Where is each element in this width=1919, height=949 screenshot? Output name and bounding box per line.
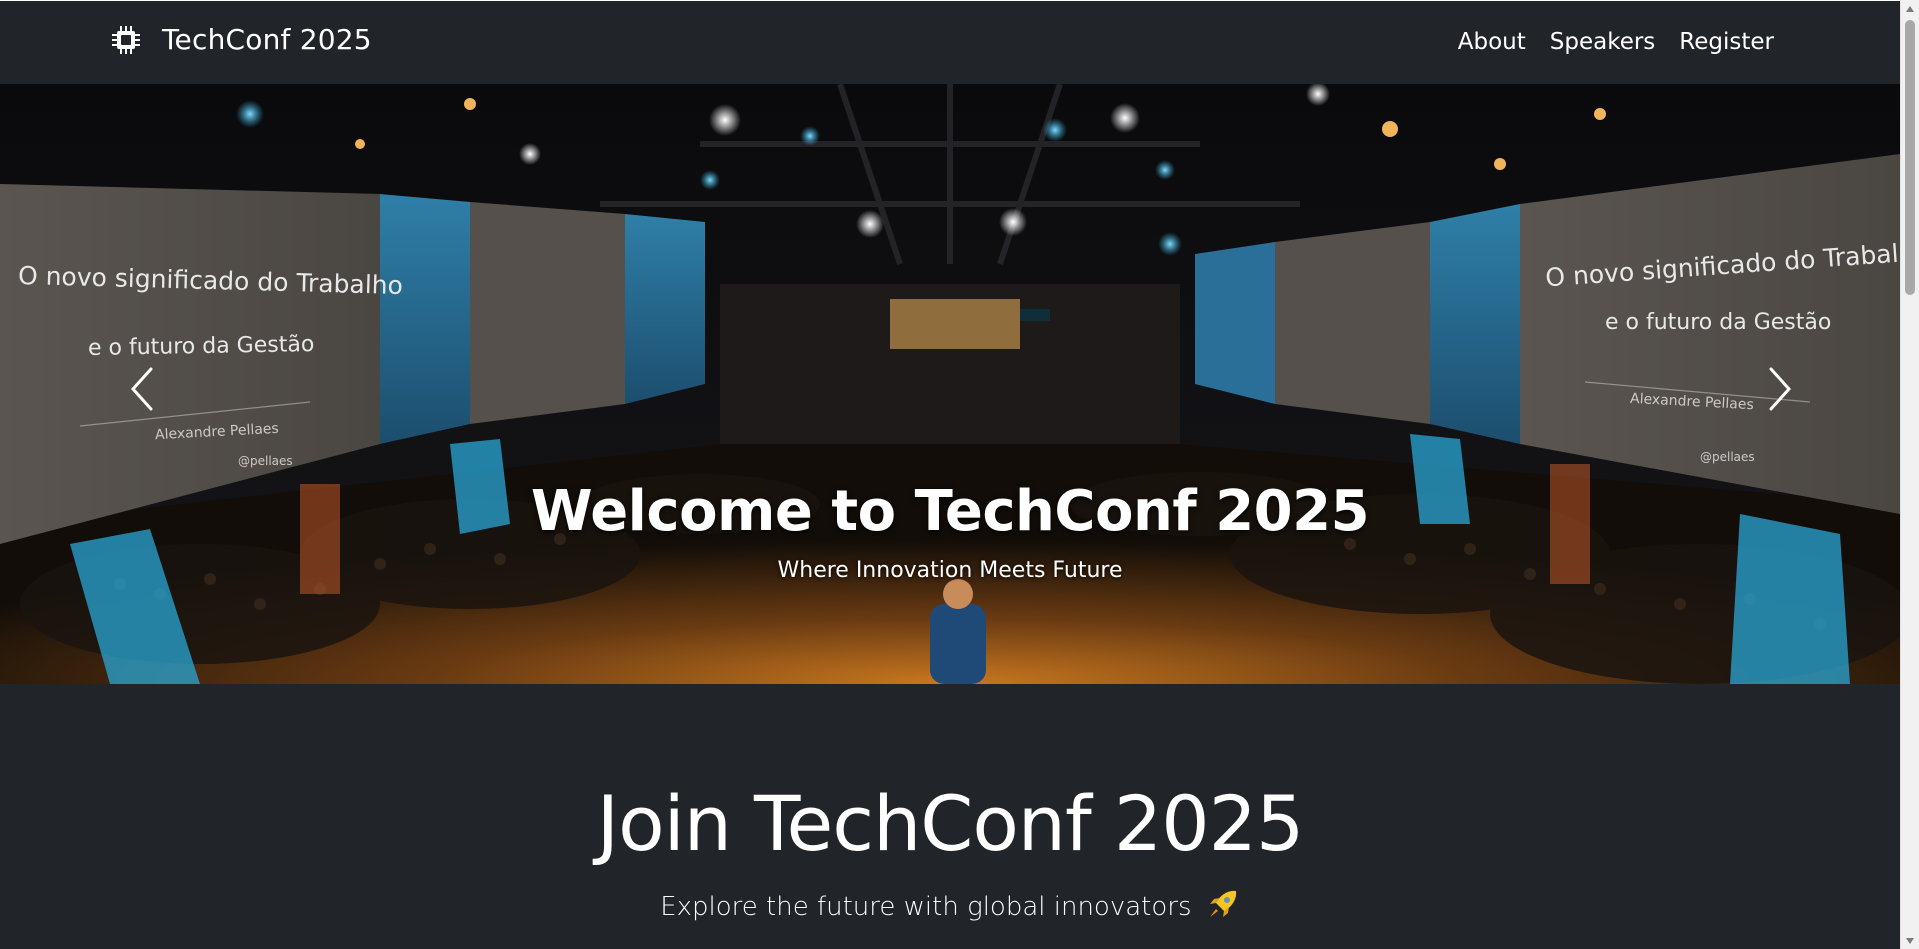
join-subtitle-line: Explore the future with global innovator…: [0, 887, 1900, 922]
hero-background-image: [0, 84, 1900, 684]
chevron-right-icon: [1769, 367, 1792, 411]
hero-title: Welcome to TechConf 2025: [530, 479, 1370, 544]
carousel-next-button[interactable]: [1750, 359, 1810, 419]
scroll-up-arrow-icon[interactable]: [1901, 0, 1919, 17]
nav-link-speakers[interactable]: Speakers: [1550, 29, 1656, 55]
vertical-scrollbar[interactable]: [1900, 0, 1919, 949]
screen-right-line2: e o futuro da Gestão: [1605, 310, 1832, 335]
cpu-chip-icon: [112, 25, 140, 54]
nav-link-register[interactable]: Register: [1679, 29, 1774, 55]
scrollbar-thumb[interactable]: [1905, 20, 1915, 295]
screen-right-handle: @pellaes: [1700, 450, 1755, 464]
navbar: TechConf 2025 About Speakers Register: [0, 0, 1900, 84]
rocket-icon: [1209, 890, 1236, 917]
brand-link[interactable]: TechConf 2025: [110, 23, 372, 56]
page: TechConf 2025 About Speakers Register O …: [0, 0, 1900, 949]
hero-carousel: O novo significado do Trabalho e o futur…: [0, 84, 1900, 684]
chevron-left-icon: [130, 367, 153, 411]
screen-left-handle: @pellaes: [238, 454, 293, 468]
scroll-down-arrow-icon[interactable]: [1901, 932, 1919, 949]
nav-link-about[interactable]: About: [1458, 29, 1526, 55]
hero-subtitle: Where Innovation Meets Future: [777, 558, 1123, 583]
join-title: Join TechConf 2025: [596, 779, 1305, 868]
carousel-caption: Welcome to TechConf 2025 Where Innovatio…: [0, 479, 1900, 583]
join-section: Join TechConf 2025 Explore the future wi…: [0, 684, 1900, 949]
join-subtitle: Explore the future with global innovator…: [660, 892, 1192, 922]
brand-name: TechConf 2025: [162, 23, 372, 56]
nav-links: About Speakers Register: [1458, 29, 1774, 55]
screen-left-line2: e o futuro da Gestão: [87, 332, 315, 361]
carousel-prev-button[interactable]: [112, 359, 172, 419]
